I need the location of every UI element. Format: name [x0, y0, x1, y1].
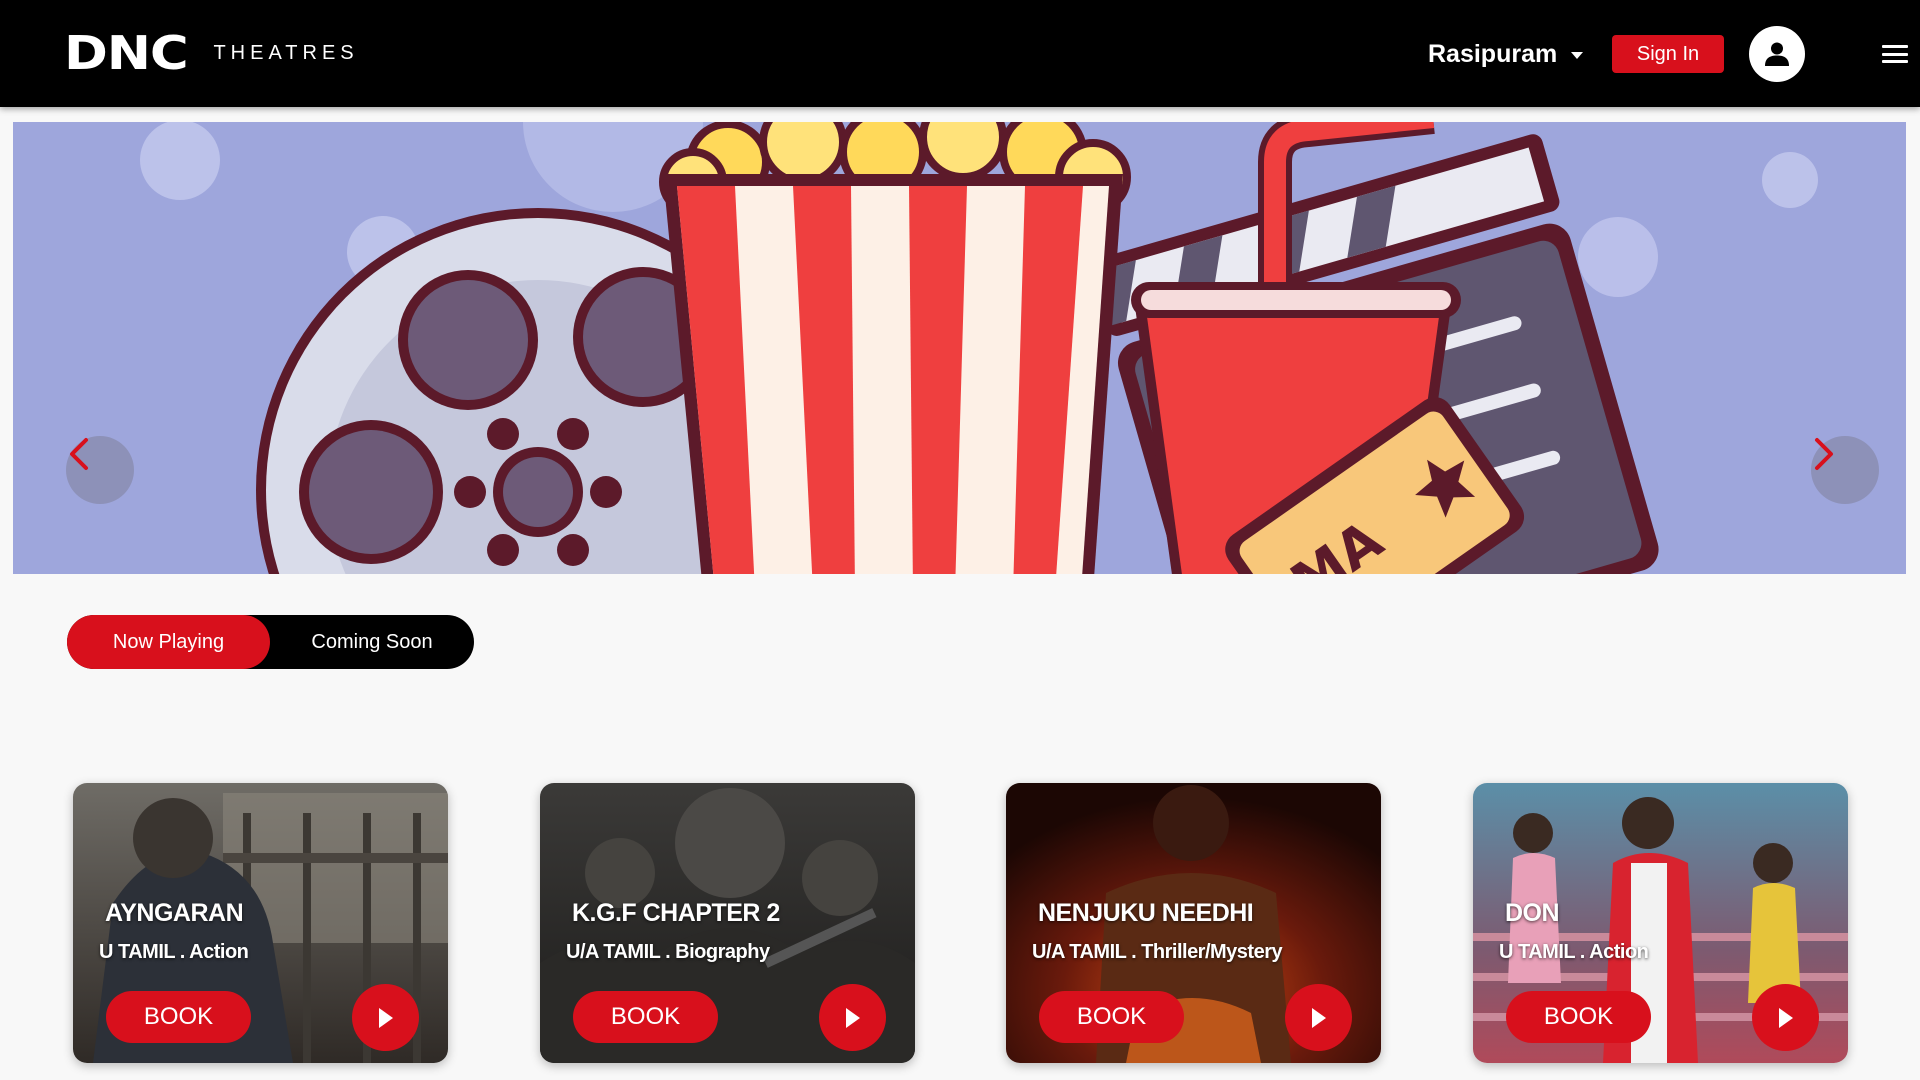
movie-title: AYNGARAN — [105, 899, 244, 927]
user-icon — [1765, 42, 1789, 66]
movie-meta: U/A TAMIL . Thriller/Mystery — [1032, 941, 1283, 963]
play-icon — [1311, 1007, 1326, 1028]
movie-title: K.G.F CHAPTER 2 — [572, 899, 780, 927]
site-header: DNC THEATRES Rasipuram Sign In — [0, 0, 1920, 107]
city-label: Rasipuram — [1428, 40, 1558, 68]
movie-card-don[interactable]: DON U TAMIL . Action BOOK — [1473, 783, 1848, 1063]
movie-tabs: Now Playing Coming Soon — [67, 615, 474, 669]
movie-meta: U TAMIL . Action — [1499, 941, 1649, 963]
book-button[interactable]: BOOK — [1506, 991, 1651, 1043]
caret-down-icon — [1571, 52, 1584, 59]
site-logo[interactable]: DNC THEATRES — [64, 30, 359, 76]
movie-card-nenjuku-needhi[interactable]: NENJUKU NEEDHI U/A TAMIL . Thriller/Myst… — [1006, 783, 1381, 1063]
tab-now-playing[interactable]: Now Playing — [67, 615, 270, 669]
carousel-prev-button[interactable] — [66, 436, 134, 504]
chevron-right-icon — [1815, 438, 1833, 470]
chevron-left-icon — [70, 438, 88, 470]
user-account-button[interactable] — [1749, 26, 1805, 82]
logo-mark: DNC — [64, 26, 189, 80]
hero-banner: MA — [13, 122, 1906, 574]
play-trailer-button[interactable] — [819, 984, 886, 1051]
logo-text: THEATRES — [213, 41, 359, 64]
movie-card-kgf-chapter-2[interactable]: K.G.F CHAPTER 2 U/A TAMIL . Biography BO… — [540, 783, 915, 1063]
play-trailer-button[interactable] — [1752, 984, 1819, 1051]
movie-card-ayngaran[interactable]: AYNGARAN U TAMIL . Action BOOK — [73, 783, 448, 1063]
carousel-next-button[interactable] — [1811, 436, 1879, 504]
play-trailer-button[interactable] — [1285, 984, 1352, 1051]
play-trailer-button[interactable] — [352, 984, 419, 1051]
play-icon — [1778, 1007, 1793, 1028]
hamburger-menu-icon[interactable] — [1882, 45, 1908, 63]
hero-illustration: MA — [140, 122, 1818, 574]
sign-in-button[interactable]: Sign In — [1612, 35, 1724, 73]
tab-coming-soon[interactable]: Coming Soon — [270, 615, 474, 669]
movie-title: DON — [1505, 899, 1560, 927]
movie-meta: U/A TAMIL . Biography — [566, 941, 770, 963]
city-selector[interactable]: Rasipuram — [1428, 40, 1584, 69]
book-button[interactable]: BOOK — [1039, 991, 1184, 1043]
movie-title: NENJUKU NEEDHI — [1038, 899, 1254, 927]
play-icon — [845, 1007, 860, 1028]
play-icon — [378, 1007, 393, 1028]
movie-meta: U TAMIL . Action — [99, 941, 249, 963]
book-button[interactable]: BOOK — [106, 991, 251, 1043]
book-button[interactable]: BOOK — [573, 991, 718, 1043]
